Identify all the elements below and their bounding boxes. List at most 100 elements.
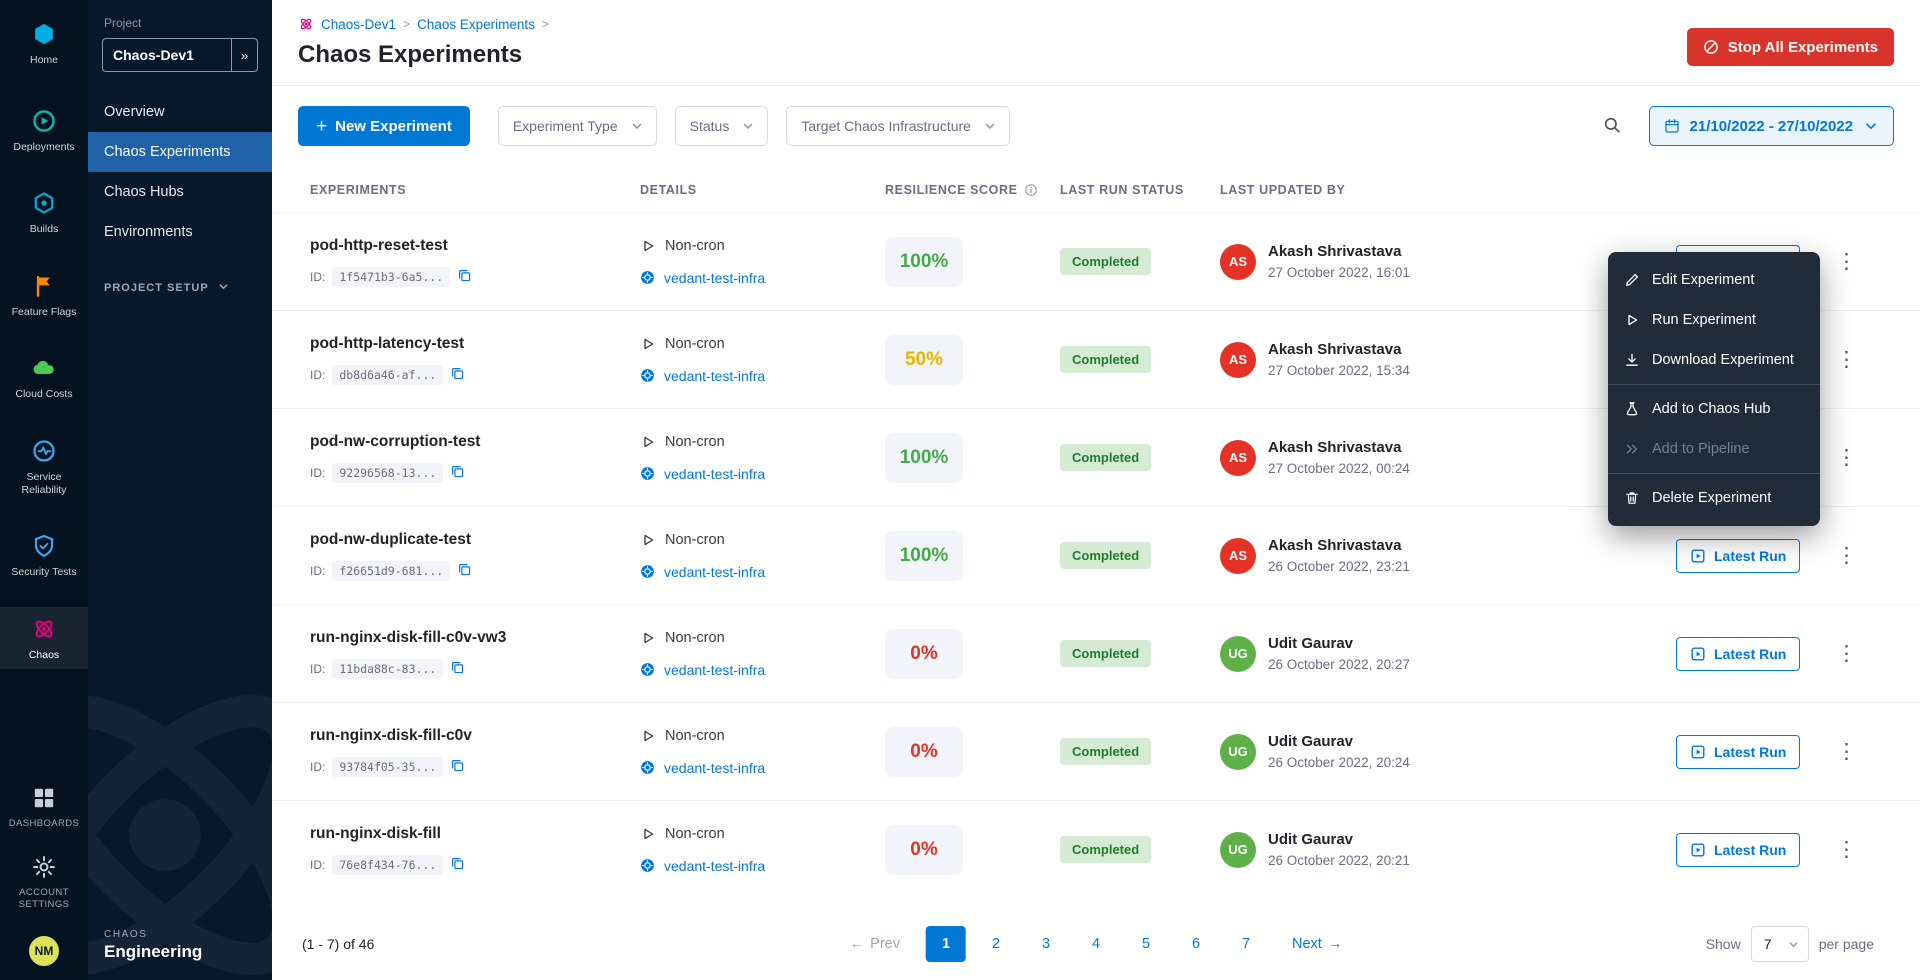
copy-id-button[interactable] bbox=[457, 268, 472, 286]
nav-security-tests[interactable]: Security Tests bbox=[0, 524, 88, 587]
avatar: UG bbox=[1220, 636, 1256, 672]
page-button-2[interactable]: 2 bbox=[976, 926, 1016, 962]
row-menu-cell: ⋮ bbox=[1826, 345, 1882, 374]
updated-by-cell: UG Udit Gaurav 26 October 2022, 20:27 bbox=[1220, 635, 1676, 672]
avatar: AS bbox=[1220, 538, 1256, 574]
column-header-last-run-status: LAST RUN STATUS bbox=[1060, 183, 1220, 197]
row-actions-button[interactable]: ⋮ bbox=[1826, 345, 1867, 374]
sidebar-item-chaos-hubs[interactable]: Chaos Hubs bbox=[88, 172, 272, 212]
copy-id-button[interactable] bbox=[450, 660, 465, 678]
page-button-4[interactable]: 4 bbox=[1076, 926, 1116, 962]
infrastructure-link[interactable]: vedant-test-infra bbox=[664, 466, 765, 482]
play-icon bbox=[640, 238, 656, 254]
project-selector[interactable]: Chaos-Dev1 » bbox=[102, 38, 258, 72]
status-cell: Completed bbox=[1060, 444, 1220, 471]
breadcrumb-link-project[interactable]: Chaos-Dev1 bbox=[321, 17, 396, 32]
menu-item-run-experiment[interactable]: Run Experiment bbox=[1608, 300, 1820, 340]
new-experiment-label: New Experiment bbox=[335, 118, 452, 135]
nav-cloud-costs[interactable]: Cloud Costs bbox=[0, 346, 88, 409]
details-cell: Non-cron vedant-test-infra bbox=[640, 434, 885, 482]
left-shell: Home Deployments Builds Feature Flags Cl… bbox=[0, 0, 272, 980]
experiment-name: pod-nw-corruption-test bbox=[310, 433, 640, 451]
resilience-score: 100% bbox=[885, 433, 963, 483]
experiment-id: 11bda88c-83... bbox=[332, 659, 443, 679]
copy-id-button[interactable] bbox=[450, 366, 465, 384]
nav-chaos[interactable]: Chaos bbox=[0, 607, 88, 670]
stop-all-experiments-button[interactable]: Stop All Experiments bbox=[1687, 28, 1894, 66]
experiment-cell: run-nginx-disk-fill-c0v-vw3 ID: 11bda88c… bbox=[310, 629, 640, 679]
infrastructure-link[interactable]: vedant-test-infra bbox=[664, 858, 765, 874]
page-button-3[interactable]: 3 bbox=[1026, 926, 1066, 962]
nav-label: DASHBOARDS bbox=[9, 818, 80, 829]
account-settings-icon bbox=[30, 853, 58, 881]
nav-builds[interactable]: Builds bbox=[0, 181, 88, 244]
row-actions-button[interactable]: ⋮ bbox=[1826, 247, 1867, 276]
breadcrumb-link-page[interactable]: Chaos Experiments bbox=[417, 17, 535, 32]
filter-status[interactable]: Status bbox=[675, 106, 769, 146]
breadcrumb-separator: > bbox=[403, 17, 410, 31]
infrastructure-link[interactable]: vedant-test-infra bbox=[664, 662, 765, 678]
user-name: Akash Shrivastava bbox=[1268, 439, 1410, 456]
schedule-type: Non-cron bbox=[665, 238, 725, 254]
nav-dashboards[interactable]: DASHBOARDS bbox=[0, 776, 88, 837]
filter-target-chaos-infrastructure[interactable]: Target Chaos Infrastructure bbox=[786, 106, 1010, 146]
page-title: Chaos Experiments bbox=[298, 41, 1894, 69]
new-experiment-button[interactable]: + New Experiment bbox=[298, 106, 470, 146]
nav-home[interactable]: Home bbox=[0, 12, 88, 75]
pagination-summary: (1 - 7) of 46 bbox=[302, 936, 374, 952]
latest-run-button[interactable]: Latest Run bbox=[1676, 637, 1800, 671]
page-button-6[interactable]: 6 bbox=[1176, 926, 1216, 962]
copy-id-button[interactable] bbox=[450, 856, 465, 874]
infrastructure-link[interactable]: vedant-test-infra bbox=[664, 270, 765, 286]
user-avatar[interactable]: NM bbox=[29, 936, 59, 966]
copy-id-button[interactable] bbox=[457, 562, 472, 580]
per-page-select[interactable]: 7 bbox=[1751, 926, 1809, 962]
menu-item-add-to-chaos-hub[interactable]: Add to Chaos Hub bbox=[1608, 389, 1820, 429]
schedule-line: Non-cron bbox=[640, 532, 885, 548]
infrastructure-line: vedant-test-infra bbox=[640, 368, 885, 384]
row-actions-button[interactable]: ⋮ bbox=[1826, 443, 1867, 472]
page-button-7[interactable]: 7 bbox=[1226, 926, 1266, 962]
nav-deployments[interactable]: Deployments bbox=[0, 99, 88, 162]
latest-run-label: Latest Run bbox=[1714, 548, 1786, 564]
nav-service-reliability[interactable]: Service Reliability bbox=[0, 429, 88, 504]
sidebar-item-overview[interactable]: Overview bbox=[88, 92, 272, 132]
row-actions-button[interactable]: ⋮ bbox=[1826, 639, 1867, 668]
id-label: ID: bbox=[310, 270, 325, 284]
nav-feature-flags[interactable]: Feature Flags bbox=[0, 264, 88, 327]
page-button-5[interactable]: 5 bbox=[1126, 926, 1166, 962]
nav-account-settings[interactable]: ACCOUNT SETTINGS bbox=[0, 845, 88, 918]
row-actions-button[interactable]: ⋮ bbox=[1826, 541, 1867, 570]
sidebar-item-chaos-experiments[interactable]: Chaos Experiments bbox=[88, 132, 272, 172]
schedule-type: Non-cron bbox=[665, 728, 725, 744]
download-icon bbox=[1624, 352, 1640, 368]
details-cell: Non-cron vedant-test-infra bbox=[640, 336, 885, 384]
latest-run-button[interactable]: Latest Run bbox=[1676, 833, 1800, 867]
copy-id-button[interactable] bbox=[450, 758, 465, 776]
page-button-1[interactable]: 1 bbox=[926, 926, 966, 962]
search-button[interactable] bbox=[1593, 107, 1631, 145]
filter-experiment-type[interactable]: Experiment Type bbox=[498, 106, 657, 146]
run-history-icon bbox=[1690, 646, 1706, 662]
infrastructure-link[interactable]: vedant-test-infra bbox=[664, 760, 765, 776]
copy-id-button[interactable] bbox=[450, 464, 465, 482]
row-actions-button[interactable]: ⋮ bbox=[1826, 835, 1867, 864]
latest-run-label: Latest Run bbox=[1714, 842, 1786, 858]
infrastructure-link[interactable]: vedant-test-infra bbox=[664, 368, 765, 384]
prev-page-button[interactable]: ← Prev bbox=[844, 935, 906, 953]
row-actions-button[interactable]: ⋮ bbox=[1826, 737, 1867, 766]
menu-item-edit-experiment[interactable]: Edit Experiment bbox=[1608, 260, 1820, 300]
chevrons-right-icon[interactable]: » bbox=[231, 39, 257, 71]
menu-item-delete-experiment[interactable]: Delete Experiment bbox=[1608, 478, 1820, 518]
latest-run-button[interactable]: Latest Run bbox=[1676, 735, 1800, 769]
next-page-button[interactable]: Next → bbox=[1286, 935, 1348, 953]
latest-run-button[interactable]: Latest Run bbox=[1676, 539, 1800, 573]
user-meta: Udit Gaurav 26 October 2022, 20:24 bbox=[1268, 733, 1410, 770]
arrow-right-icon: → bbox=[1328, 936, 1343, 952]
date-range-picker[interactable]: 21/10/2022 - 27/10/2022 bbox=[1649, 106, 1894, 146]
sidebar-item-environments[interactable]: Environments bbox=[88, 212, 272, 252]
nav-label: Service Reliability bbox=[3, 471, 85, 496]
menu-item-download-experiment[interactable]: Download Experiment bbox=[1608, 340, 1820, 380]
infrastructure-link[interactable]: vedant-test-infra bbox=[664, 564, 765, 580]
project-setup-toggle[interactable]: PROJECT SETUP bbox=[88, 280, 272, 296]
